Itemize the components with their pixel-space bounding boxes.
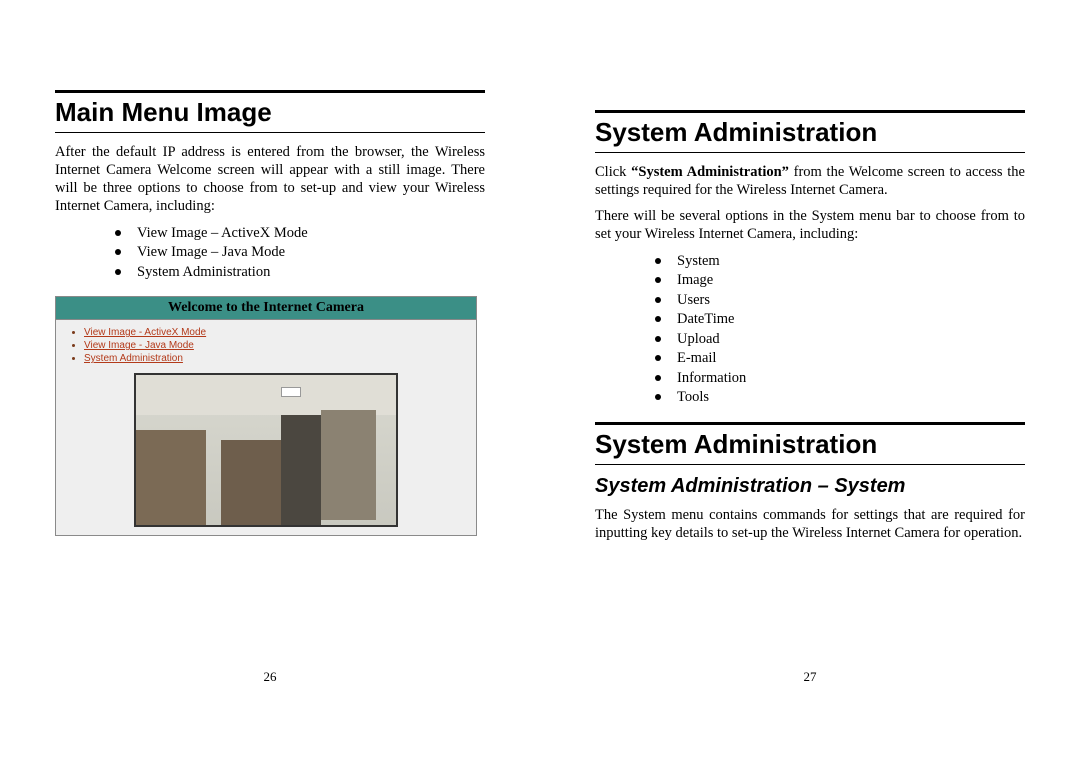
screenshot-links: View Image - ActiveX Mode View Image - J… [56, 320, 476, 369]
list-item: System [655, 252, 1025, 272]
welcome-screenshot: Welcome to the Internet Camera View Imag… [55, 296, 477, 536]
rule-thin [595, 464, 1025, 465]
left-bullet-list: View Image – ActiveX Mode View Image – J… [55, 224, 485, 283]
list-item: E-mail [655, 349, 1025, 369]
heading-system-administration-2: System Administration [595, 427, 1025, 462]
list-item: DateTime [655, 310, 1025, 330]
heading-system-administration-1: System Administration [595, 115, 1025, 150]
rule-thick [595, 422, 1025, 425]
rule-thin [55, 132, 485, 133]
rule-thin [595, 152, 1025, 153]
list-item: Image [655, 271, 1025, 291]
list-item: System Administration [115, 263, 485, 283]
list-item: Tools [655, 388, 1025, 408]
subheading-system: System Administration – System [595, 475, 1025, 498]
list-item: View Image – ActiveX Mode [115, 224, 485, 244]
list-item: Users [655, 291, 1025, 311]
list-item: Information [655, 369, 1025, 389]
page-spread: Main Menu Image After the default IP add… [0, 0, 1080, 763]
page-left: Main Menu Image After the default IP add… [0, 0, 540, 763]
camera-still-image [134, 373, 398, 527]
right-bullet-list: System Image Users DateTime Upload E-mai… [595, 252, 1025, 409]
heading-main-menu-image: Main Menu Image [55, 95, 485, 130]
page-number-right: 27 [540, 669, 1080, 685]
screenshot-link: View Image - Java Mode [84, 339, 464, 352]
list-item: Upload [655, 330, 1025, 350]
rule-thick [595, 110, 1025, 113]
left-paragraph-1: After the default IP address is entered … [55, 143, 485, 216]
right-paragraph-2: There will be several options in the Sys… [595, 207, 1025, 243]
page-number-left: 26 [0, 669, 540, 685]
screenshot-title: Welcome to the Internet Camera [56, 297, 476, 320]
screenshot-link: View Image - ActiveX Mode [84, 326, 464, 339]
right-paragraph-3: The System menu contains commands for se… [595, 506, 1025, 542]
page-right: System Administration Click “System Admi… [540, 0, 1080, 763]
right-paragraph-1: Click “System Administration” from the W… [595, 163, 1025, 199]
screenshot-link: System Administration [84, 352, 464, 365]
list-item: View Image – Java Mode [115, 243, 485, 263]
rule-thick [55, 90, 485, 93]
